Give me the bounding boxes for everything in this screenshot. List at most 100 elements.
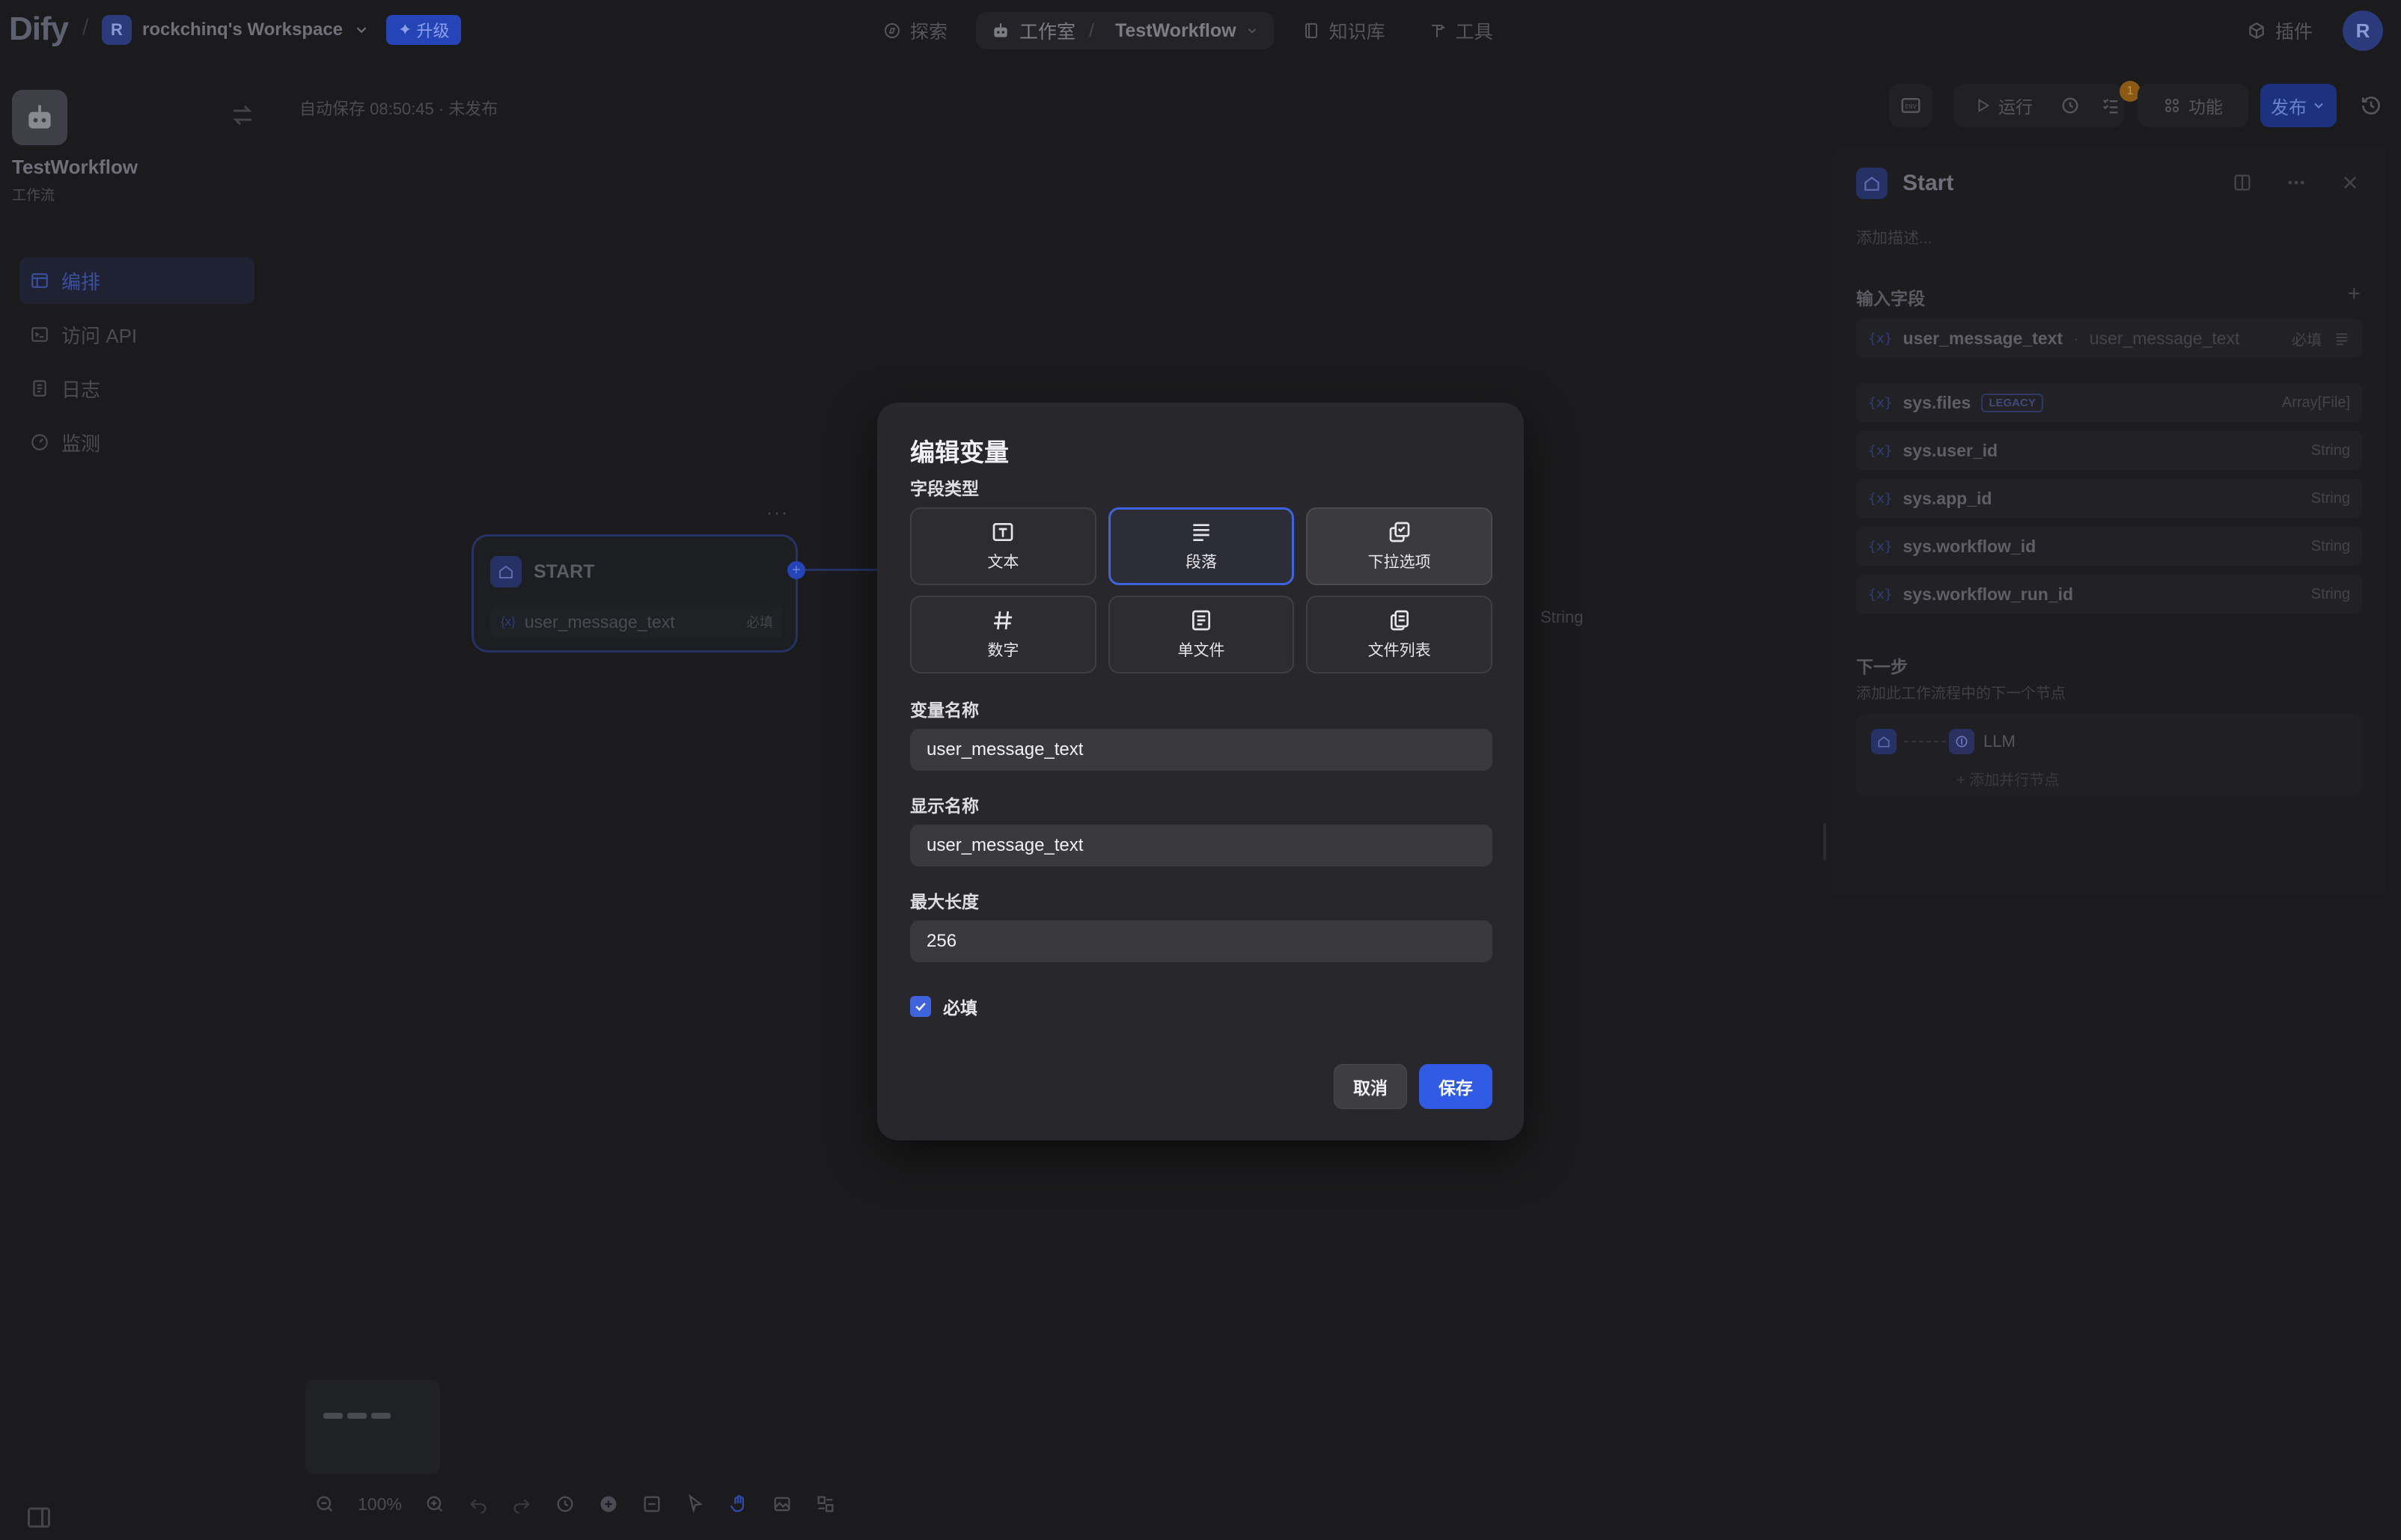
features-button[interactable]: 功能 [2138,84,2248,127]
app-type: 工作流 [12,188,55,204]
system-var-type: String [2310,489,2350,507]
sparkle-icon: ✦ [398,20,412,39]
publish-label: 发布 [2271,97,2307,118]
chevron-down-icon [2314,103,2323,109]
node-more-icon[interactable]: ··· [766,503,789,524]
sidebar-item-orchestrate[interactable]: 编排 [19,257,254,304]
version-history-icon[interactable] [2359,94,2383,117]
file-icon [1192,610,1210,631]
run-button[interactable]: 运行 [1974,93,2033,118]
required-tag: 必填 [2292,331,2322,349]
input-field-row[interactable]: {x} user_message_text · user_message_tex… [1856,319,2362,358]
separator-dot: · [2073,328,2079,348]
chevron-down-icon [1248,28,1256,34]
type-option-file-list[interactable]: 文件列表 [1306,596,1492,673]
log-icon [33,380,46,397]
variable-icon: {x} [1868,442,1893,459]
type-option-paragraph[interactable]: 段落 [1108,507,1295,585]
cancel-button[interactable]: 取消 [1334,1064,1407,1109]
panel-description-input[interactable]: 添加描述... [1856,226,1932,248]
switch-app-icon[interactable] [229,102,256,129]
system-var-row: {x} sys.user_id String [1856,431,2362,470]
user-avatar[interactable]: R [2343,10,2383,51]
zoom-in-icon[interactable] [424,1494,445,1515]
app-name: TestWorkflow [12,156,138,178]
compass-icon [885,23,900,38]
add-input-field-icon[interactable]: + [2347,281,2361,307]
hammer-icon [1431,25,1446,37]
type-option-file[interactable]: 单文件 [1108,596,1295,673]
clock-run-history-icon[interactable] [2060,95,2081,116]
check-icon [915,1002,926,1011]
minimap[interactable] [305,1380,440,1474]
max-length-input[interactable] [910,920,1492,962]
workspace-name[interactable]: rockchinq's Workspace [142,19,343,40]
start-node[interactable]: START {x} user_message_text 必填 [472,534,798,653]
type-option-label: 文本 [987,554,1019,571]
system-var-name: sys.app_id [1903,488,1992,508]
pointer-icon[interactable] [685,1494,706,1515]
nav-workflow-name[interactable]: TestWorkflow [1115,20,1236,42]
display-name-input[interactable] [910,825,1492,867]
paragraph-icon [1193,524,1209,541]
system-var-name: sys.user_id [1903,440,1998,460]
upgrade-button[interactable]: ✦ 升级 [386,15,462,45]
history-icon[interactable] [555,1494,576,1515]
env-button[interactable]: ENV [1889,84,1932,127]
sidebar-item-api[interactable]: 访问 API [19,311,254,358]
workspace-switcher[interactable]: R rockchinq's Workspace ✦ 升级 [102,15,462,45]
system-var-type: Array[File] [2281,394,2350,411]
panel-toggle-icon[interactable] [25,1504,52,1531]
nav-studio[interactable]: 工作室 / TestWorkflow [976,12,1274,49]
required-checkbox-row[interactable]: 必填 [910,994,977,1019]
select-icon [1389,522,1409,543]
field-type-label: 字段类型 [910,479,979,498]
sidebar-item-label: 访问 API [61,324,138,347]
next-node-llm[interactable]: LLM [1949,726,2016,757]
redo-icon[interactable] [511,1494,532,1515]
book-open-icon[interactable] [2232,172,2253,193]
paragraph-icon [2336,333,2348,346]
input-var-label: user_message_text [2089,328,2240,348]
type-option-select[interactable]: 下拉选项 [1306,507,1492,585]
dify-logo[interactable]: Dify [9,10,69,48]
nav-knowledge[interactable]: 知识库 [1287,12,1400,49]
type-option-number[interactable]: 数字 [910,596,1096,673]
start-node-variable: {x} user_message_text 必填 [490,605,784,638]
hand-icon[interactable] [728,1494,749,1515]
panel-resize-handle[interactable] [1823,823,1826,861]
home-icon [1856,168,1888,199]
canvas-bottom-toolbar: 100% [314,1489,836,1519]
start-node-var-name: user_message_text [524,611,675,632]
zoom-level[interactable]: 100% [358,1494,402,1515]
env-text: ENV [1905,103,1917,110]
required-checkbox[interactable] [910,996,931,1017]
add-parallel-node-button[interactable]: + 添加并行节点 [1956,768,2059,789]
chevron-down-icon [356,27,367,34]
more-icon[interactable] [2286,172,2307,193]
sidebar-item-label: 编排 [61,270,101,293]
close-icon[interactable] [2340,172,2361,193]
main-nav: 探索 工作室 / TestWorkflow 知识库 工具 [868,12,1508,49]
next-node-label: LLM [1983,732,2016,751]
zoom-out-icon[interactable] [314,1494,335,1515]
type-option-text[interactable]: 文本 [910,507,1096,585]
sidebar-item-logs[interactable]: 日志 [19,365,254,412]
nav-explore[interactable]: 探索 [868,12,962,49]
plugins-button[interactable]: 插件 [2247,17,2313,44]
text-input-icon [992,523,1013,541]
undo-icon[interactable] [468,1494,489,1515]
export-image-icon[interactable] [772,1494,793,1515]
note-icon[interactable] [641,1494,662,1515]
checklist-icon[interactable] [2100,95,2121,116]
variable-name-input[interactable] [910,729,1492,771]
nav-tools[interactable]: 工具 [1414,12,1508,49]
panel-title[interactable]: Start [1903,171,1953,196]
sidebar-item-monitoring[interactable]: 监测 [19,419,254,465]
add-parallel-label: 添加并行节点 [1969,772,2060,789]
organize-icon[interactable] [815,1494,836,1515]
add-block-icon[interactable] [598,1494,619,1515]
add-node-handle[interactable]: + [787,561,805,579]
publish-button[interactable]: 发布 [2260,84,2337,127]
save-button[interactable]: 保存 [1419,1064,1492,1109]
